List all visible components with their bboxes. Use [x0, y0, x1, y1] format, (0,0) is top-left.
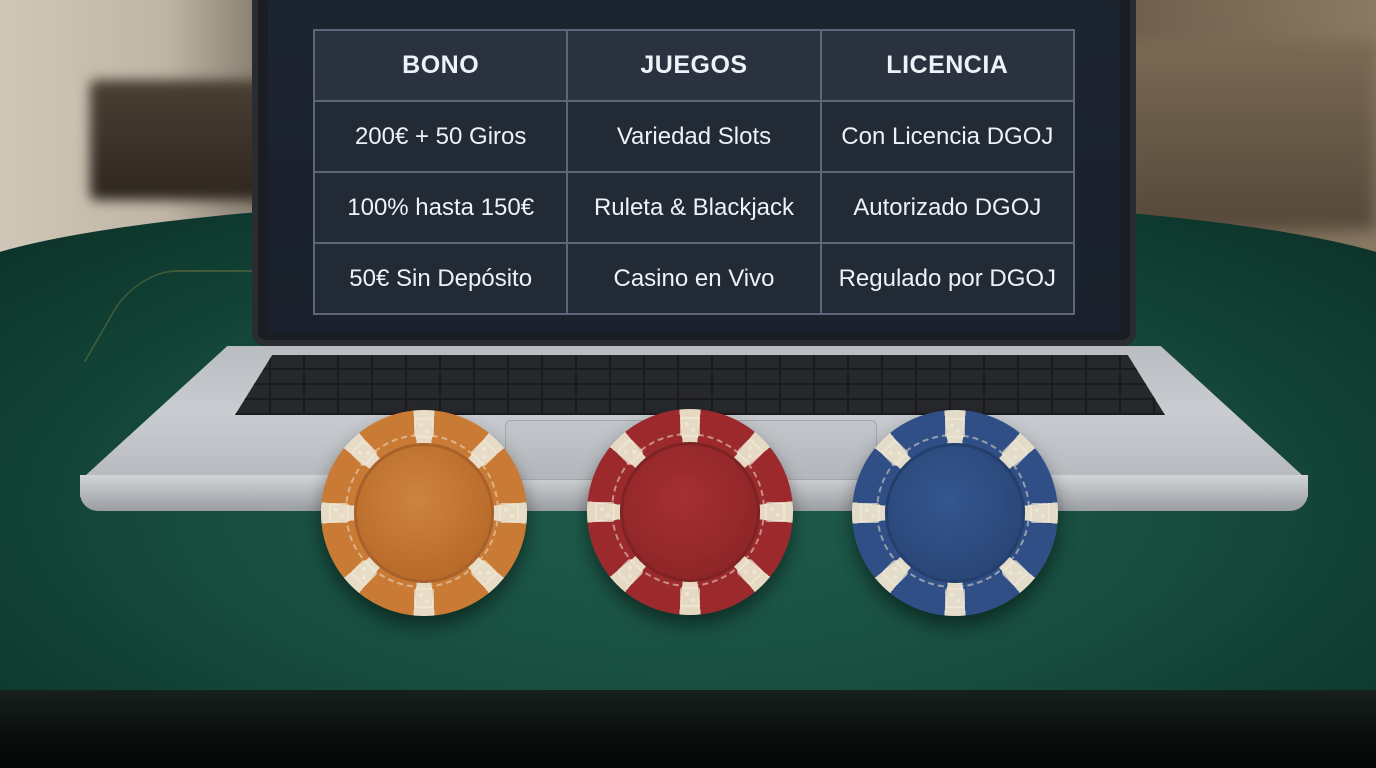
table-cell: Variedad Slots [566, 100, 822, 173]
dice-icon [765, 502, 785, 522]
dice-icon [945, 418, 965, 438]
table-cell: Autorizado DGOJ [819, 171, 1076, 244]
table-header-row: BONO JUEGOS LICENCIA [312, 29, 1076, 102]
background-furniture-right [1126, 40, 1376, 230]
dice-icon [680, 587, 700, 607]
orange-poker-chip [321, 410, 527, 616]
table-edge [0, 690, 1376, 768]
table-cell: Con Licencia DGOJ [819, 100, 1076, 173]
dice-icon [329, 503, 349, 523]
dice-icon [414, 588, 434, 608]
dice-icon [595, 502, 615, 522]
table-row: 200€ + 50 Giros Variedad Slots Con Licen… [312, 100, 1076, 173]
table-row: 50€ Sin Depósito Casino en Vivo Regulado… [312, 242, 1076, 315]
chip-center [885, 443, 1025, 583]
dice-icon [945, 588, 965, 608]
header-licencia: LICENCIA [819, 29, 1076, 102]
dice-icon [499, 503, 519, 523]
chip-center [620, 442, 760, 582]
chip-center [354, 443, 494, 583]
red-poker-chip [587, 409, 793, 615]
header-juegos: JUEGOS [566, 29, 822, 102]
dice-icon [680, 417, 700, 437]
casino-comparison-table: BONO JUEGOS LICENCIA 200€ + 50 Giros Var… [312, 29, 1076, 315]
photo-scene: BONO JUEGOS LICENCIA 200€ + 50 Giros Var… [0, 0, 1376, 768]
table-cell: 100% hasta 150€ [312, 171, 569, 244]
dice-icon [1030, 503, 1050, 523]
dice-icon [414, 418, 434, 438]
table-cell: Casino en Vivo [566, 242, 822, 315]
header-bono: BONO [312, 29, 569, 102]
table-row: 100% hasta 150€ Ruleta & Blackjack Autor… [312, 171, 1076, 244]
table-cell: 50€ Sin Depósito [312, 242, 569, 315]
laptop-keyboard [235, 355, 1165, 415]
dice-icon [860, 503, 880, 523]
table-cell: 200€ + 50 Giros [312, 100, 569, 173]
blue-poker-chip [852, 410, 1058, 616]
table-cell: Ruleta & Blackjack [566, 171, 822, 244]
table-cell: Regulado por DGOJ [819, 242, 1076, 315]
